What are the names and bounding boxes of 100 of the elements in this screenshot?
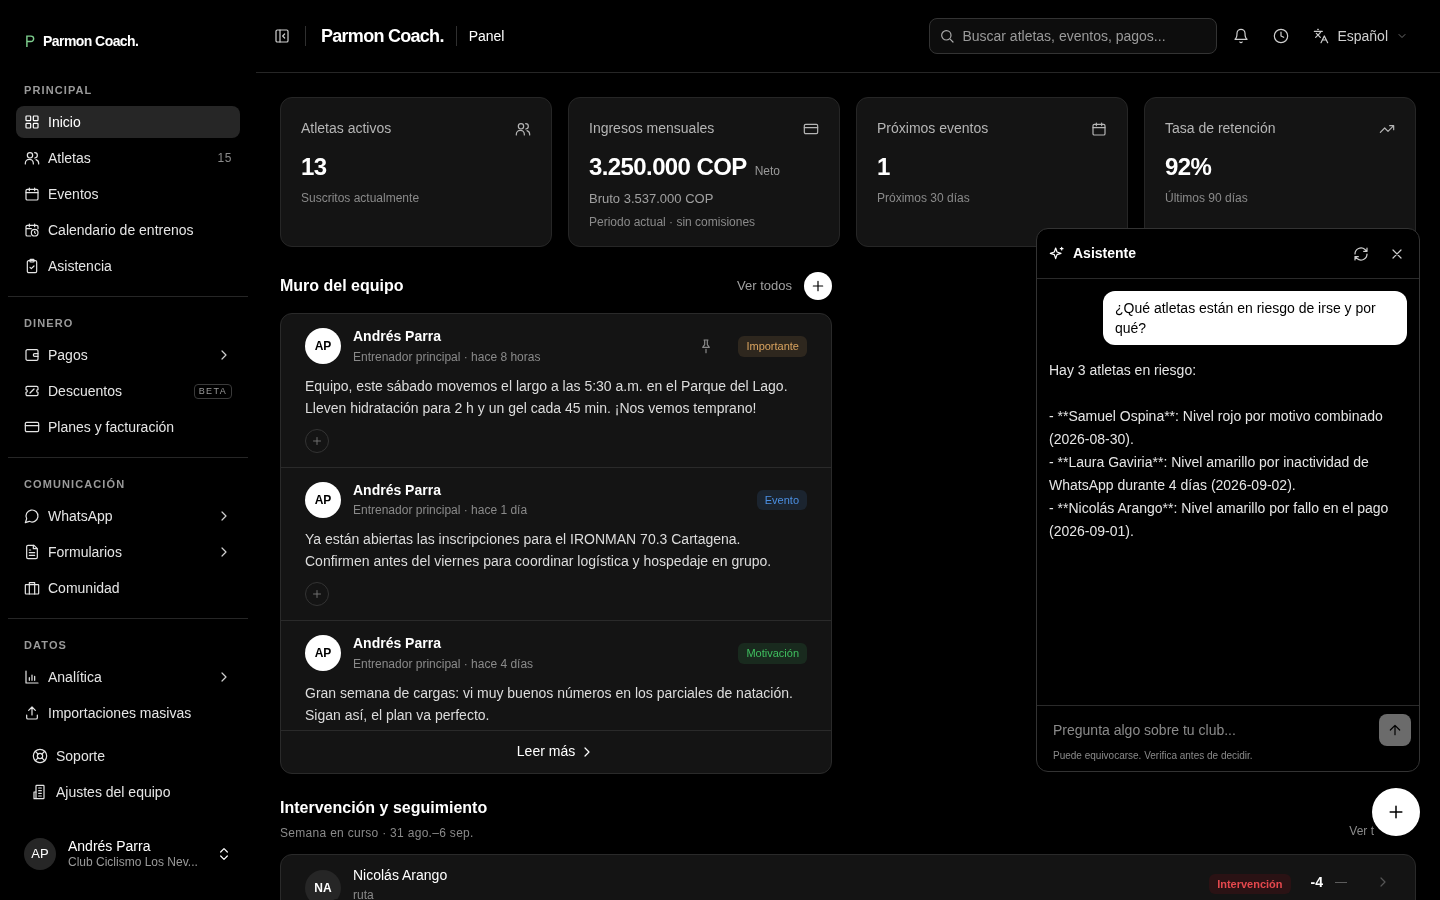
calendar-icon bbox=[1091, 120, 1107, 137]
stat-caption: Últimos 90 días bbox=[1165, 189, 1249, 207]
lifebuoy-icon bbox=[32, 748, 48, 764]
post-text: Gran semana de cargas: vi muy buenos números en los parciales de natación. Sigan así, el plan va perfecto. bbox=[305, 683, 794, 725]
nav-icon bbox=[24, 186, 40, 202]
nav-icon bbox=[24, 705, 40, 721]
nav-icon bbox=[24, 669, 40, 685]
plus-icon bbox=[810, 278, 826, 294]
nav-icon bbox=[24, 347, 40, 363]
stat-caption: Periodo actual · sin comisiones bbox=[589, 213, 757, 231]
user-name: Andrés Parra bbox=[68, 837, 152, 856]
trend-label: — bbox=[1335, 873, 1347, 891]
read-more-button[interactable]: Leer más bbox=[281, 729, 831, 773]
nav-icon bbox=[24, 150, 40, 166]
plus-icon bbox=[311, 588, 323, 600]
stat-caption: Próximos 30 días bbox=[877, 190, 971, 207]
nav-icon bbox=[24, 114, 40, 130]
nav-icon bbox=[24, 580, 40, 596]
author-avatar: AP bbox=[305, 481, 341, 518]
nav-item[interactable]: Formularios bbox=[16, 536, 240, 568]
arrow-up-icon bbox=[1387, 722, 1403, 738]
post-tag: Evento bbox=[756, 489, 807, 510]
post-meta: Entrenador principal · hace 8 horas bbox=[353, 349, 542, 365]
translate-icon bbox=[1313, 28, 1330, 44]
nav-icon bbox=[24, 544, 40, 560]
nav-item[interactable]: Atletas 15 bbox=[16, 142, 240, 174]
nav-icon bbox=[24, 383, 40, 399]
section-title: Muro del equipo bbox=[280, 276, 405, 296]
beta-badge: BETA bbox=[193, 383, 232, 399]
status-tag: Intervención bbox=[1209, 873, 1291, 894]
language-selector[interactable]: Español bbox=[1313, 25, 1408, 47]
author-name: Andrés Parra bbox=[353, 481, 442, 499]
post-tag: Importante bbox=[738, 336, 807, 357]
post-text: Equipo, este sábado movemos el largo a las 5:30 a.m. en el Parque del Lago. Lleven hidratación para 2 h y un gel cada 45 min. ¡Nos vemos temprano! bbox=[305, 376, 789, 418]
disclaimer-text: Puede equivocarse. Verifica antes de decidir. bbox=[1053, 749, 1254, 763]
plus-icon bbox=[311, 434, 323, 447]
brand-name: Parmon Coach. bbox=[321, 24, 444, 48]
section-subtitle: Semana en curso · 31 ago.–6 sep. bbox=[280, 824, 475, 842]
nav-item[interactable]: Calendario de entrenos bbox=[16, 214, 240, 246]
athlete-row[interactable]: NA Nicolás Arango ruta Intervención -4 — bbox=[280, 853, 1416, 900]
author-name: Andrés Parra bbox=[353, 635, 442, 653]
add-post-button[interactable] bbox=[804, 272, 832, 300]
section-heading: DATOS bbox=[23, 638, 68, 653]
nav-item[interactable]: Asistencia bbox=[16, 250, 240, 282]
section-heading: COMUNICACIÓN bbox=[23, 477, 127, 492]
section-title: Intervención y seguimiento bbox=[280, 797, 489, 818]
send-button[interactable] bbox=[1379, 714, 1411, 746]
nav-item[interactable]: Ajustes del equipo bbox=[24, 776, 232, 808]
nav-item[interactable]: Planes y facturación bbox=[16, 411, 240, 443]
stat-title: Tasa de retención bbox=[1165, 119, 1276, 138]
club-name: Club Ciclismo Los Nev... bbox=[68, 855, 199, 871]
stat-value: 3.250.000 COP bbox=[589, 152, 747, 182]
building-icon bbox=[32, 784, 48, 800]
search-icon bbox=[939, 28, 956, 44]
author-avatar: AP bbox=[305, 328, 341, 365]
brand-name: Parmon Coach. bbox=[43, 31, 139, 51]
post-meta: Entrenador principal · hace 4 días bbox=[353, 656, 535, 672]
athlete-avatar: NA bbox=[305, 869, 341, 900]
nav-item[interactable]: WhatsApp bbox=[16, 500, 240, 532]
stat-suffix: Neto bbox=[754, 163, 780, 180]
post-meta: Entrenador principal · hace 1 día bbox=[353, 503, 529, 518]
bell-icon[interactable] bbox=[1233, 28, 1250, 44]
stat-title: Atletas activos bbox=[301, 119, 392, 138]
search-field[interactable]: Buscar atletas, eventos, pagos... bbox=[929, 18, 1218, 54]
view-all-link[interactable]: Ver todos bbox=[737, 276, 792, 296]
sidebar-toggle-icon[interactable] bbox=[274, 28, 290, 44]
post-text: Ya están abiertas las inscripciones para el IRONMAN 70.3 Cartagena. Confirmen antes del viernes para coordinar logística y hospedaje en grupo. bbox=[305, 530, 773, 571]
sparkle-icon bbox=[1049, 245, 1065, 262]
section-heading: DINERO bbox=[23, 316, 75, 331]
user-menu[interactable]: AP Andrés Parra Club Ciclismo Los Nev... bbox=[16, 828, 240, 880]
author-name: Andrés Parra bbox=[353, 328, 442, 346]
nav-icon bbox=[24, 508, 40, 524]
refresh-icon[interactable] bbox=[1353, 245, 1369, 262]
nav-item[interactable]: Eventos bbox=[16, 178, 240, 210]
nav-icon bbox=[24, 419, 40, 435]
nav-item[interactable]: Importaciones masivas bbox=[16, 697, 240, 729]
nav-item[interactable]: Inicio bbox=[16, 106, 240, 138]
nav-icon bbox=[24, 222, 40, 238]
stat-caption: Suscritos actualmente bbox=[301, 190, 421, 207]
stat-caption: Bruto 3.537.000 COP bbox=[589, 190, 715, 208]
stat-value: 1 bbox=[877, 152, 890, 182]
nav-item[interactable]: Descuentos BETA bbox=[16, 375, 240, 407]
nav-item[interactable]: Soporte bbox=[24, 740, 232, 772]
assistant-message: Hay 3 atletas en riesgo: - **Samuel Ospina**: Nivel rojo por motivo combinado (2026-08-30). - **Laura Gaviria**: Nivel amarillo por inactividad de WhatsApp durante 4 días (2026-09-02). - **Nicolás Arango**: Nivel amarillo por fallo en el pago (2026-09-01). bbox=[1049, 361, 1390, 541]
message-field[interactable]: Pregunta algo sobre tu club... bbox=[1053, 714, 1379, 746]
add-button[interactable] bbox=[1372, 788, 1420, 836]
stat-title: Ingresos mensuales bbox=[589, 119, 715, 138]
nav-item[interactable]: Analítica bbox=[16, 661, 240, 693]
view-all-link[interactable]: Ver t bbox=[1349, 821, 1374, 840]
history-icon[interactable] bbox=[1273, 28, 1290, 44]
stat-title: Próximos eventos bbox=[877, 119, 989, 138]
logo-icon bbox=[26, 34, 35, 48]
nav-item[interactable]: Pagos bbox=[16, 339, 240, 371]
stat-value: 13 bbox=[301, 152, 327, 182]
section-heading: PRINCIPAL bbox=[23, 83, 94, 98]
post-tag: Motivación bbox=[738, 643, 807, 664]
stat-value: 92% bbox=[1165, 152, 1212, 182]
nav-item[interactable]: Comunidad bbox=[16, 572, 240, 604]
athlete-name: Nicolás Arango bbox=[353, 866, 449, 884]
panel-title: Asistente bbox=[1073, 244, 1138, 263]
